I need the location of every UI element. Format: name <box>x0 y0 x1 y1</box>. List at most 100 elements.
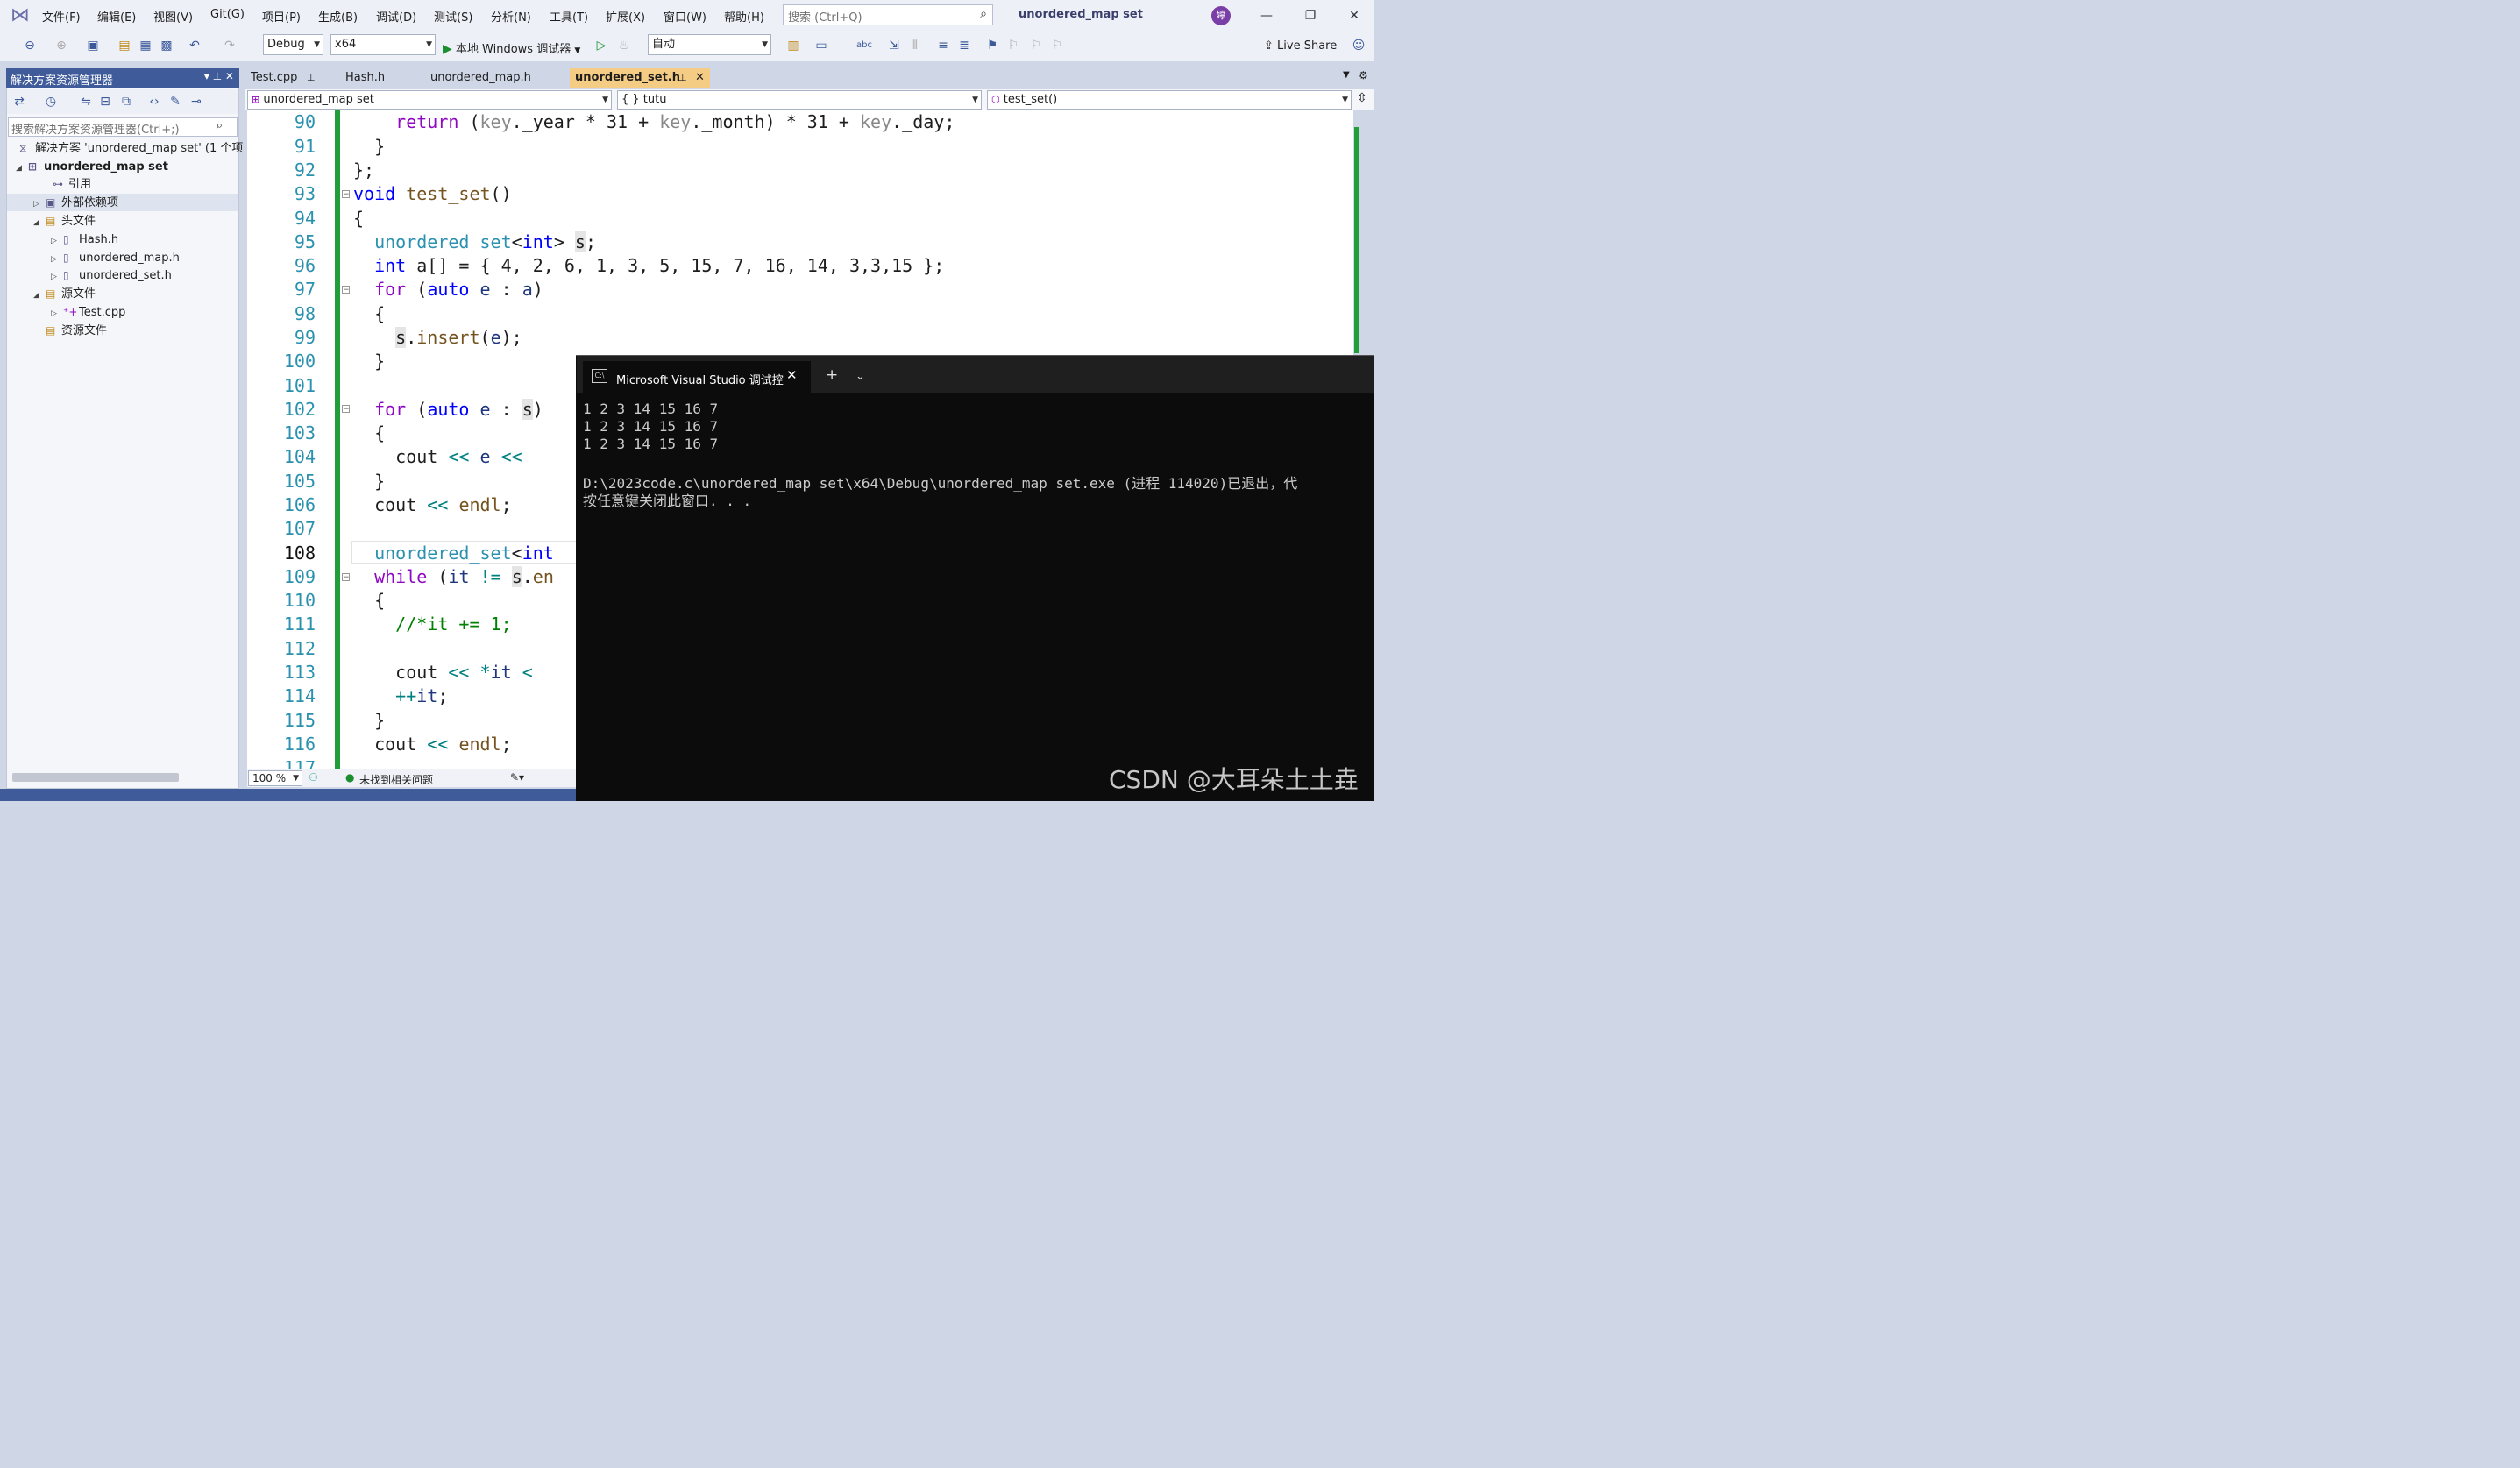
open-folder-icon[interactable]: ▤ <box>116 37 133 54</box>
switch-view-icon[interactable]: ⇋ <box>77 93 95 110</box>
minimize-icon[interactable]: — <box>1253 6 1280 25</box>
menu-help[interactable]: 帮助(H) <box>724 8 764 25</box>
restore-icon[interactable]: ❐ <box>1297 6 1324 25</box>
comment-icon[interactable]: ≣ <box>955 37 973 54</box>
close-icon[interactable]: ✕ <box>695 68 705 88</box>
bookmark-icon[interactable]: ⚑ <box>983 37 1001 54</box>
issues-status[interactable]: 未找到相关问题 <box>359 772 433 787</box>
tab-overflow-icon[interactable]: ▼ <box>1343 70 1350 80</box>
save-icon[interactable]: ▦ <box>137 37 154 54</box>
console-output-line: 1 2 3 14 15 16 7 <box>583 401 719 417</box>
menu-edit[interactable]: 编辑(E) <box>97 8 136 25</box>
preview-icon[interactable]: ⊸ <box>188 93 205 110</box>
platform-select[interactable]: x64 ▼ <box>330 34 436 55</box>
console-tab[interactable]: C:\ Microsoft Visual Studio 调试控 ✕ <box>583 361 811 393</box>
pin-icon[interactable]: ▾ ⊥ ✕ <box>204 70 234 82</box>
undo-icon[interactable]: ↶ <box>186 37 203 54</box>
code-line: { <box>353 422 386 443</box>
collapse-all-icon[interactable]: ⊟ <box>96 93 114 110</box>
properties-icon[interactable]: ✎ <box>167 93 184 110</box>
menu-window[interactable]: 窗口(W) <box>664 8 706 25</box>
code-line: ++it; <box>395 685 449 706</box>
code-icon[interactable]: ‹› <box>146 93 163 110</box>
folder-icon[interactable]: ▥ <box>784 37 802 54</box>
tab-unordered-set-h[interactable]: unordered_set.h ⊥ ✕ <box>570 68 710 88</box>
menu-git[interactable]: Git(G) <box>210 8 245 21</box>
menu-project[interactable]: 项目(P) <box>262 8 301 25</box>
next-bookmark-icon[interactable]: ⚐ <box>1027 37 1045 54</box>
menu-extensions[interactable]: 扩展(X) <box>606 8 645 25</box>
tree-item-solution[interactable]: ⧖ 解决方案 'unordered_map set' (1 个项 <box>19 139 243 157</box>
start-without-debug-icon[interactable]: ▷ <box>593 37 610 54</box>
save-all-icon[interactable]: ▩ <box>158 37 175 54</box>
horizontal-scrollbar[interactable] <box>12 773 179 782</box>
search-input[interactable]: 搜索 (Ctrl+Q) ⌕ <box>783 4 993 25</box>
menu-test[interactable]: 测试(S) <box>434 8 472 25</box>
layout-icon[interactable]: ▭ <box>813 37 830 54</box>
project-scope-select[interactable]: ⊞ unordered_map set ▼ <box>247 90 612 110</box>
history-icon[interactable]: ◷ <box>42 93 60 110</box>
feedback-icon[interactable]: ☺ <box>1350 37 1367 54</box>
sync-icon[interactable]: ⇄ <box>11 93 28 110</box>
config-select[interactable]: Debug ▼ <box>263 34 323 55</box>
split-icon[interactable]: ⇳ <box>1357 91 1367 105</box>
new-tab-icon[interactable]: + <box>826 366 838 384</box>
fold-toggle-icon[interactable]: − <box>342 573 350 582</box>
namespace-select[interactable]: { } tutu ▼ <box>617 90 982 110</box>
indent-icon[interactable]: ≡ <box>934 37 952 54</box>
tab-test-cpp[interactable]: Test.cpp ⊥ <box>245 68 333 88</box>
prev-bookmark-icon[interactable]: ⚐ <box>1004 37 1022 54</box>
tree-item-unordered-map-h[interactable]: ▷ ▯ unordered_map.h <box>51 249 180 266</box>
zoom-select[interactable]: 100 % ▼ <box>248 770 302 786</box>
intellicode-icon[interactable]: ⚇ <box>309 771 318 784</box>
solution-search-input[interactable]: 搜索解决方案资源管理器(Ctrl+;) ⌕ <box>8 117 238 137</box>
align-icon[interactable]: ⫴ <box>906 37 924 54</box>
cursor-icon[interactable]: ⇲ <box>885 37 903 54</box>
menu-analyze[interactable]: 分析(N) <box>491 8 531 25</box>
tree-item-source-files[interactable]: ◢ ▤ 源文件 <box>33 285 96 302</box>
live-share-button[interactable]: ⇪ Live Share <box>1264 39 1337 53</box>
tree-item-references[interactable]: ⊶ 引用 <box>53 175 91 193</box>
close-icon[interactable]: ✕ <box>786 367 798 383</box>
tree-item-test-cpp[interactable]: ▷ ⁺+ Test.cpp <box>51 303 125 321</box>
fold-toggle-icon[interactable]: − <box>342 286 350 294</box>
chevron-down-icon[interactable]: ⌄ <box>855 370 865 383</box>
menu-view[interactable]: 视图(V) <box>153 8 193 25</box>
tab-unordered-map-h[interactable]: unordered_map.h <box>425 68 569 88</box>
brush-icon[interactable]: ✎▾ <box>510 771 524 784</box>
namespace-value: { } tutu <box>621 93 667 106</box>
redo-icon[interactable]: ↷ <box>221 37 238 54</box>
forward-icon[interactable]: ⊕ <box>53 37 70 54</box>
pin-icon[interactable]: ⊥ <box>307 68 316 88</box>
pin-icon[interactable]: ⊥ <box>678 68 687 88</box>
hot-reload-icon[interactable]: ♨ <box>615 37 633 54</box>
menu-file[interactable]: 文件(F) <box>42 8 81 25</box>
avatar[interactable]: 婷 <box>1211 6 1231 25</box>
fold-toggle-icon[interactable]: − <box>342 405 350 414</box>
menu-build[interactable]: 生成(B) <box>318 8 358 25</box>
tree-item-project[interactable]: ◢ ⊞ unordered_map set <box>16 158 168 175</box>
spellcheck-icon[interactable]: abc <box>855 37 873 54</box>
member-select[interactable]: ⬡ test_set() ▼ <box>987 90 1352 110</box>
tree-item-unordered-set-h[interactable]: ▷ ▯ unordered_set.h <box>51 266 172 284</box>
show-all-files-icon[interactable]: ⧉ <box>117 93 135 110</box>
check-icon: ● <box>345 771 355 784</box>
tree-item-header-files[interactable]: ◢ ▤ 头文件 <box>33 212 96 230</box>
run-debugger-button[interactable]: ▶ 本地 Windows 调试器 ▼ <box>443 39 580 56</box>
tree-item-external-deps[interactable]: ▷ ▣ 外部依赖项 <box>33 194 118 211</box>
menu-tools[interactable]: 工具(T) <box>550 8 588 25</box>
tree-item-hash-h[interactable]: ▷ ▯ Hash.h <box>51 230 118 248</box>
auto-select[interactable]: 自动 ▼ <box>648 34 771 55</box>
gear-icon[interactable]: ⚙ <box>1359 69 1368 82</box>
clear-bookmark-icon[interactable]: ⚐ <box>1048 37 1066 54</box>
close-icon[interactable]: ✕ <box>1341 6 1367 25</box>
tree-item-resource-files[interactable]: ▤ 资源文件 <box>46 322 107 339</box>
menu-debug[interactable]: 调试(D) <box>376 8 416 25</box>
tab-hash-h[interactable]: Hash.h <box>340 68 423 88</box>
header-file-icon: ▯ <box>63 233 69 245</box>
new-project-icon[interactable]: ▣ <box>84 37 102 54</box>
solution-explorer-header: 解决方案资源管理器 ▾ ⊥ ✕ <box>6 68 239 88</box>
header-file-icon: ▯ <box>63 269 69 281</box>
fold-toggle-icon[interactable]: − <box>342 190 350 199</box>
back-icon[interactable]: ⊖ <box>21 37 39 54</box>
